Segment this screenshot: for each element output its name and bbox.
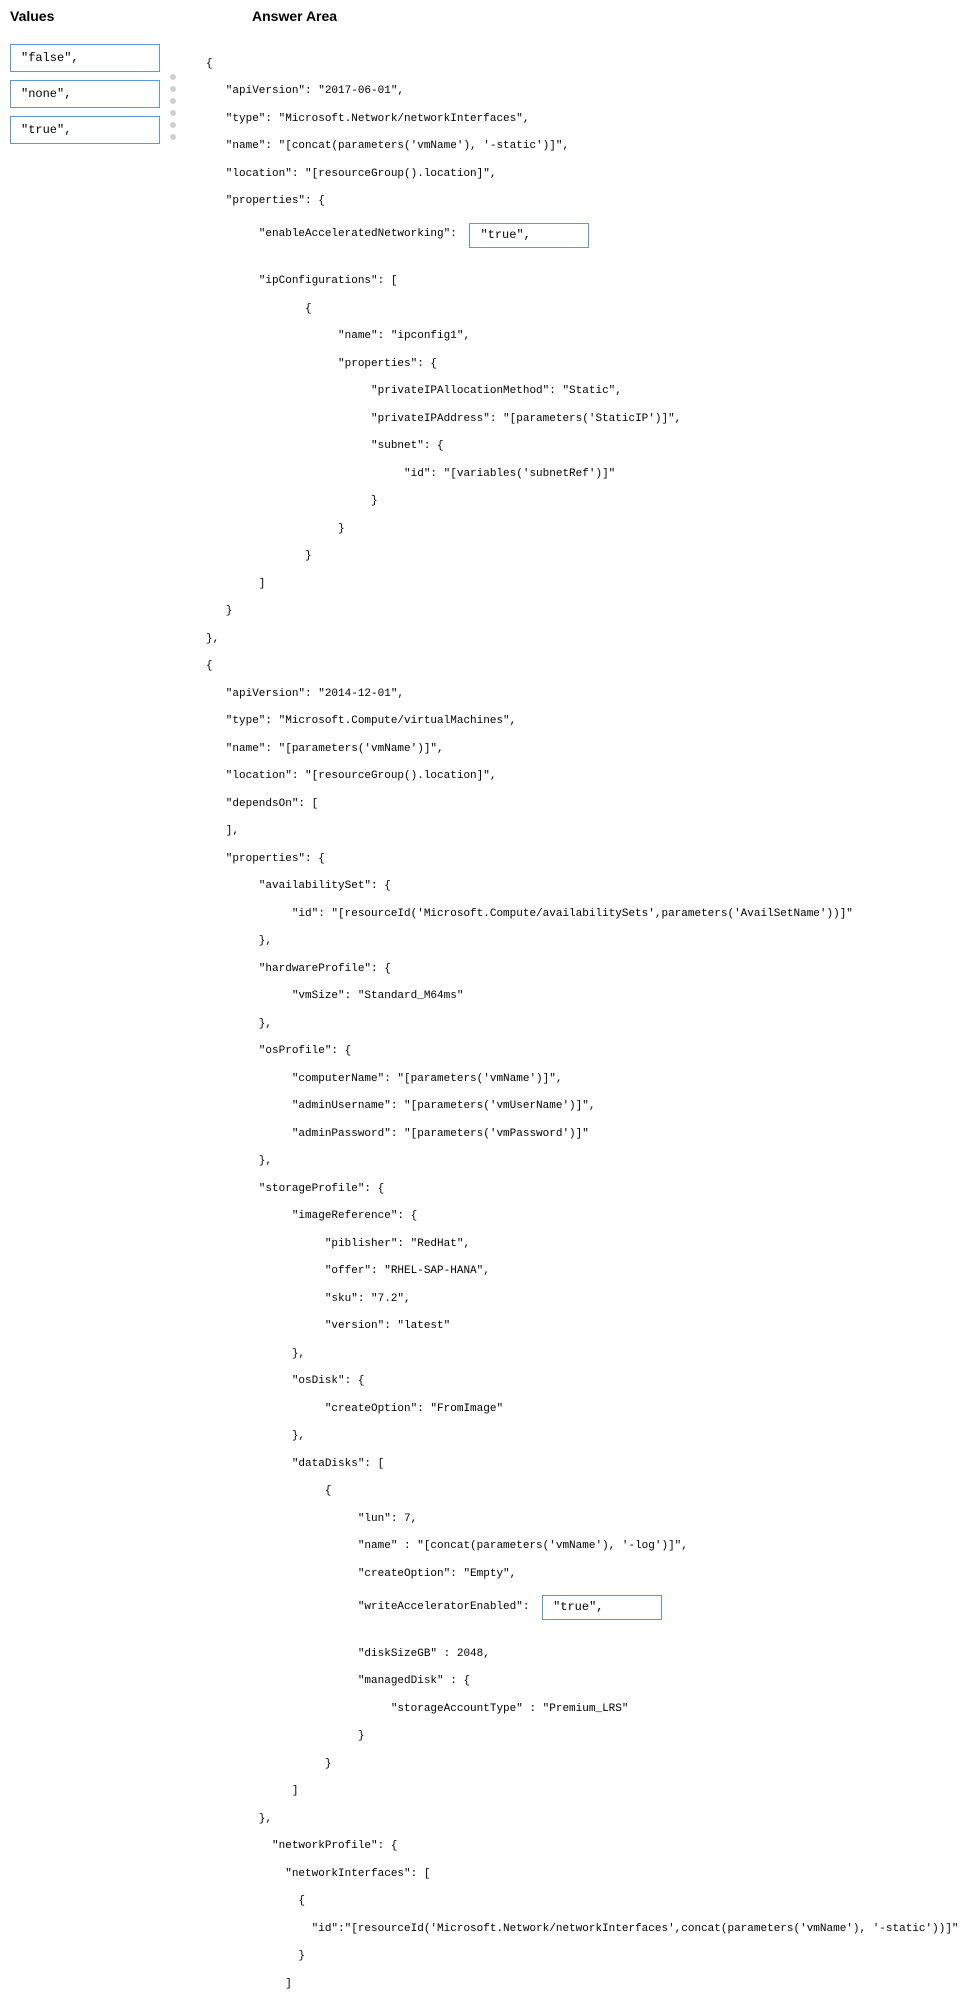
code-line: }, bbox=[206, 1430, 959, 1444]
code-line: "version": "latest" bbox=[206, 1320, 959, 1334]
code-line: }, bbox=[206, 935, 959, 949]
code-line: { bbox=[206, 58, 959, 72]
code-line: "availabilitySet": { bbox=[206, 880, 959, 894]
code-line: "networkInterfaces": [ bbox=[206, 1868, 959, 1882]
code-line: "ipConfigurations": [ bbox=[206, 275, 959, 289]
code-line: "type": "Microsoft.Network/networkInterf… bbox=[206, 113, 959, 127]
code-line: ] bbox=[206, 1785, 959, 1799]
code-fragment: "enableAcceleratedNetworking": bbox=[206, 228, 463, 242]
code-line: "vmSize": "Standard_M64ms" bbox=[206, 990, 959, 1004]
code-line: } bbox=[206, 1730, 959, 1744]
bullet-icon bbox=[170, 134, 176, 140]
code-line: { bbox=[206, 1485, 959, 1499]
code-line: "computerName": "[parameters('vmName')]"… bbox=[206, 1073, 959, 1087]
code-line: "hardwareProfile": { bbox=[206, 963, 959, 977]
value-false[interactable]: "false", bbox=[10, 44, 160, 72]
code-line: }, bbox=[206, 1348, 959, 1362]
answer-area: { "apiVersion": "2017-06-01", "type": "M… bbox=[206, 44, 959, 2000]
bullets-column bbox=[160, 44, 192, 146]
code-line: ] bbox=[206, 578, 959, 592]
code-line: "privateIPAllocationMethod": "Static", bbox=[206, 385, 959, 399]
code-line: "name": "[concat(parameters('vmName'), '… bbox=[206, 140, 959, 154]
values-header: Values bbox=[10, 8, 170, 24]
code-line: { bbox=[206, 303, 959, 317]
code-line: "diskSizeGB" : 2048, bbox=[206, 1648, 959, 1662]
code-line: "id": "[resourceId('Microsoft.Compute/av… bbox=[206, 908, 959, 922]
code-line: "name" : "[concat(parameters('vmName'), … bbox=[206, 1540, 959, 1554]
code-line: "dataDisks": [ bbox=[206, 1458, 959, 1472]
code-line: "subnet": { bbox=[206, 440, 959, 454]
code-line: "storageProfile": { bbox=[206, 1183, 959, 1197]
header-row: Values Answer Area bbox=[10, 8, 956, 24]
code-line: "name": "[parameters('vmName')]", bbox=[206, 743, 959, 757]
code-line: "properties": { bbox=[206, 358, 959, 372]
values-column: "false", "none", "true", bbox=[10, 44, 160, 152]
bullet-icon bbox=[170, 98, 176, 104]
answer-header: Answer Area bbox=[170, 8, 956, 24]
code-line: }, bbox=[206, 1155, 959, 1169]
value-none[interactable]: "none", bbox=[10, 80, 160, 108]
content-row: "false", "none", "true", { "apiVersion":… bbox=[10, 44, 956, 2000]
code-line: "location": "[resourceGroup().location]"… bbox=[206, 770, 959, 784]
code-line: ], bbox=[206, 825, 959, 839]
code-line: "piblisher": "RedHat", bbox=[206, 1238, 959, 1252]
code-line: } bbox=[206, 495, 959, 509]
code-line: "type": "Microsoft.Compute/virtualMachin… bbox=[206, 715, 959, 729]
bullet-icon bbox=[170, 122, 176, 128]
code-line: "managedDisk" : { bbox=[206, 1675, 959, 1689]
value-true[interactable]: "true", bbox=[10, 116, 160, 144]
drop-target-write-accelerator[interactable]: "true", bbox=[542, 1595, 662, 1620]
code-line: ] bbox=[206, 1978, 959, 1992]
code-line: "privateIPAddress": "[parameters('Static… bbox=[206, 413, 959, 427]
code-line: } bbox=[206, 605, 959, 619]
code-line: } bbox=[206, 1950, 959, 1964]
code-line: "storageAccountType" : "Premium_LRS" bbox=[206, 1703, 959, 1717]
code-line: "adminUsername": "[parameters('vmUserNam… bbox=[206, 1100, 959, 1114]
code-line: "lun": 7, bbox=[206, 1513, 959, 1527]
code-fragment: "writeAcceleratorEnabled": bbox=[206, 1601, 536, 1615]
code-line: "id":"[resourceId('Microsoft.Network/net… bbox=[206, 1923, 959, 1937]
code-line: } bbox=[206, 1758, 959, 1772]
code-line: }, bbox=[206, 1018, 959, 1032]
code-line: "properties": { bbox=[206, 853, 959, 867]
code-line: "sku": "7.2", bbox=[206, 1293, 959, 1307]
code-line: "createOption": "FromImage" bbox=[206, 1403, 959, 1417]
code-line: } bbox=[206, 550, 959, 564]
code-line: "osDisk": { bbox=[206, 1375, 959, 1389]
code-line: }, bbox=[206, 1813, 959, 1827]
code-line: "offer": "RHEL-SAP-HANA", bbox=[206, 1265, 959, 1279]
code-line: { bbox=[206, 1895, 959, 1909]
code-line: "adminPassword": "[parameters('vmPasswor… bbox=[206, 1128, 959, 1142]
bullet-icon bbox=[170, 86, 176, 92]
code-line: "dependsOn": [ bbox=[206, 798, 959, 812]
code-line: "name": "ipconfig1", bbox=[206, 330, 959, 344]
code-line: "id": "[variables('subnetRef')]" bbox=[206, 468, 959, 482]
code-line-with-slot: "writeAcceleratorEnabled": "true", bbox=[206, 1595, 959, 1620]
code-line: "imageReference": { bbox=[206, 1210, 959, 1224]
code-line: "networkProfile": { bbox=[206, 1840, 959, 1854]
code-line: }, bbox=[206, 633, 959, 647]
code-line: } bbox=[206, 523, 959, 537]
drop-target-accelerated-networking[interactable]: "true", bbox=[469, 223, 589, 248]
code-line: "apiVersion": "2017-06-01", bbox=[206, 85, 959, 99]
bullet-icon bbox=[170, 74, 176, 80]
code-line: "apiVersion": "2014-12-01", bbox=[206, 688, 959, 702]
code-line: "osProfile": { bbox=[206, 1045, 959, 1059]
bullet-icon bbox=[170, 110, 176, 116]
code-line: "location": "[resourceGroup().location]"… bbox=[206, 168, 959, 182]
code-line: "createOption": "Empty", bbox=[206, 1568, 959, 1582]
code-line-with-slot: "enableAcceleratedNetworking": "true", bbox=[206, 223, 959, 248]
code-line: { bbox=[206, 660, 959, 674]
code-line: "properties": { bbox=[206, 195, 959, 209]
